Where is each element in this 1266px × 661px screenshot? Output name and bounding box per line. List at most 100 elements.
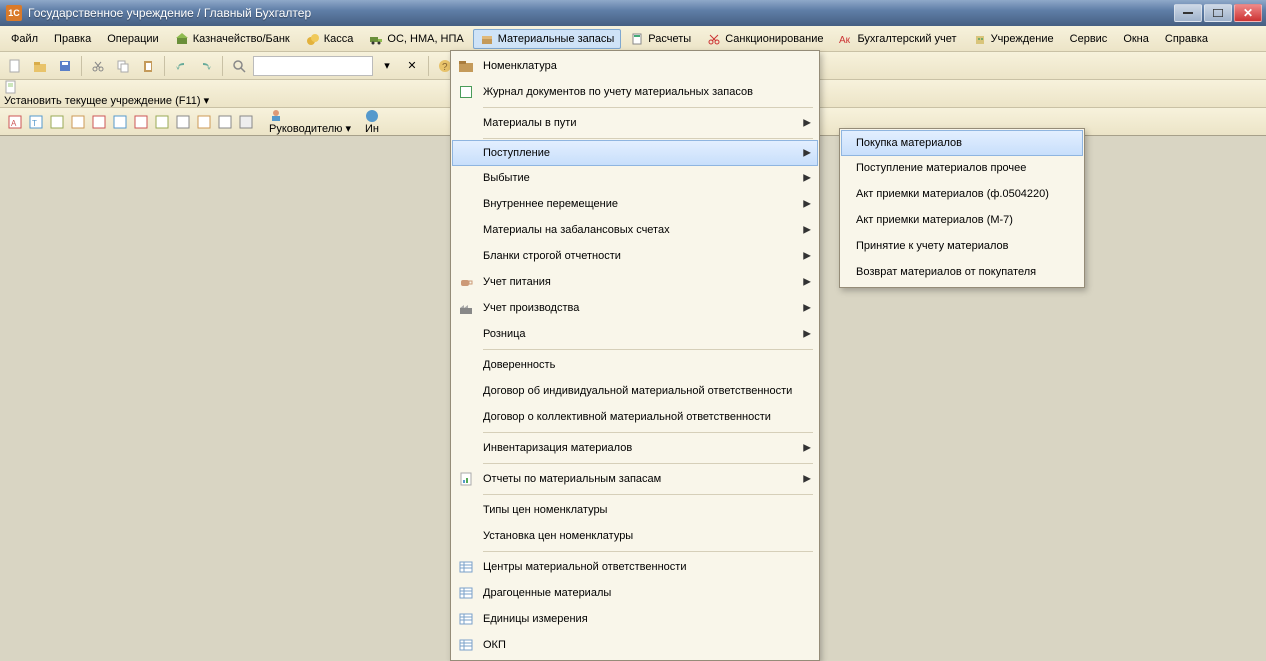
menu-calculations[interactable]: Расчеты — [623, 29, 698, 49]
menu-item-label: Номенклатура — [479, 60, 799, 72]
shortcut-5[interactable] — [90, 113, 108, 131]
undo-button[interactable] — [170, 55, 192, 77]
postuplenie-submenu-item[interactable]: Возврат материалов от покупателя — [842, 259, 1082, 285]
postuplenie-submenu-item[interactable]: Поступление материалов прочее — [842, 155, 1082, 181]
materials-menu-item[interactable]: Журнал документов по учету материальных … — [453, 79, 817, 105]
materials-menu-item[interactable]: Центры материальной ответственности — [453, 554, 817, 580]
menu-materials[interactable]: Материальные запасы — [473, 29, 622, 49]
materials-menu-item[interactable]: Драгоценные материалы — [453, 580, 817, 606]
menu-edit[interactable]: Правка — [47, 30, 98, 48]
materials-menu-item[interactable]: Договор об индивидуальной материальной о… — [453, 378, 817, 404]
open-button[interactable] — [29, 55, 51, 77]
new-doc-button[interactable] — [4, 55, 26, 77]
set-institution-button[interactable]: Установить текущее учреждение (F11) ▾ — [4, 80, 209, 107]
app-icon: 1С — [6, 5, 22, 21]
menu-cashier[interactable]: Касса — [299, 29, 361, 49]
menu-item-label: Доверенность — [479, 359, 799, 371]
maximize-button[interactable] — [1204, 4, 1232, 22]
report-icon — [453, 471, 479, 487]
materials-menu-item[interactable]: Материалы в пути▶ — [453, 110, 817, 136]
submenu-arrow-icon: ▶ — [803, 173, 811, 184]
paste-button[interactable] — [137, 55, 159, 77]
close-button[interactable]: ✕ — [1234, 4, 1262, 22]
menu-divider — [483, 107, 813, 108]
submenu-item-label: Поступление материалов прочее — [852, 162, 1064, 174]
menu-item-label: Типы цен номенклатуры — [479, 504, 799, 516]
search-button[interactable] — [228, 55, 250, 77]
materials-menu-item[interactable]: Учет производства▶ — [453, 295, 817, 321]
menu-os[interactable]: ОС, НМА, НПА — [362, 29, 470, 49]
submenu-arrow-icon: ▶ — [803, 199, 811, 210]
materials-menu-item[interactable]: ОКП — [453, 632, 817, 658]
search-clear[interactable]: ✕ — [401, 55, 423, 77]
menu-windows[interactable]: Окна — [1116, 30, 1156, 48]
shortcut-3[interactable] — [48, 113, 66, 131]
folder-brown-icon — [453, 58, 479, 74]
materials-menu-item[interactable]: Договор о коллективной материальной отве… — [453, 404, 817, 430]
menu-divider — [483, 551, 813, 552]
save-button[interactable] — [54, 55, 76, 77]
book-green-icon — [453, 84, 479, 100]
materials-menu-item[interactable]: Типы цен номенклатуры — [453, 497, 817, 523]
info-icon — [365, 109, 379, 123]
menu-divider — [483, 138, 813, 139]
shortcut-10[interactable] — [195, 113, 213, 131]
copy-button[interactable] — [112, 55, 134, 77]
submenu-arrow-icon: ▶ — [803, 329, 811, 340]
menu-item-label: Внутреннее перемещение — [479, 198, 799, 210]
shortcut-11[interactable] — [216, 113, 234, 131]
cut-button[interactable] — [87, 55, 109, 77]
menu-operations[interactable]: Операции — [100, 30, 165, 48]
menu-help[interactable]: Справка — [1158, 30, 1215, 48]
menu-item-label: Учет питания — [479, 276, 799, 288]
search-input[interactable] — [253, 56, 373, 76]
shortcut-7[interactable] — [132, 113, 150, 131]
redo-button[interactable] — [195, 55, 217, 77]
menu-service[interactable]: Сервис — [1063, 30, 1115, 48]
bank-icon — [175, 32, 189, 46]
materials-menu-item[interactable]: Бланки строгой отчетности▶ — [453, 243, 817, 269]
materials-menu-item[interactable]: Номенклатура — [453, 53, 817, 79]
postuplenie-submenu-item[interactable]: Покупка материалов — [841, 130, 1083, 156]
shortcut-12[interactable] — [237, 113, 255, 131]
shortcut-2[interactable]: Т — [27, 113, 45, 131]
shortcut-4[interactable] — [69, 113, 87, 131]
materials-menu-item[interactable]: Инвентаризация материалов▶ — [453, 435, 817, 461]
submenu-item-label: Покупка материалов — [852, 137, 1065, 149]
menu-file[interactable]: Файл — [4, 30, 45, 48]
materials-menu-item[interactable]: Розница▶ — [453, 321, 817, 347]
materials-menu-item[interactable]: Выбытие ▶ — [453, 165, 817, 191]
menu-item-label: Выбытие — [479, 172, 799, 184]
svg-text:Ак: Ак — [839, 35, 851, 46]
menu-sanction[interactable]: Санкционирование — [700, 29, 830, 49]
materials-menu-item[interactable]: Поступление▶ — [452, 140, 818, 166]
search-dropdown[interactable]: ▾ — [376, 55, 398, 77]
materials-menu-item[interactable]: Отчеты по материальным запасам▶ — [453, 466, 817, 492]
shortcut-1[interactable]: A — [6, 113, 24, 131]
menu-item-label: Центры материальной ответственности — [479, 561, 799, 573]
menu-institution[interactable]: Учреждение — [966, 29, 1061, 49]
person-icon — [269, 108, 283, 122]
materials-menu-item[interactable]: Доверенность — [453, 352, 817, 378]
menu-item-label: Договор о коллективной материальной отве… — [479, 411, 799, 423]
menu-accounting[interactable]: Ак Бухгалтерский учет — [832, 29, 963, 49]
scissors-icon — [707, 32, 721, 46]
materials-menu-item[interactable]: Единицы измерения — [453, 606, 817, 632]
manager-button[interactable]: Руководителю ▾ — [269, 108, 351, 135]
materials-menu-item[interactable]: Материалы на забалансовых счетах▶ — [453, 217, 817, 243]
minimize-button[interactable] — [1174, 4, 1202, 22]
postuplenie-submenu-item[interactable]: Акт приемки материалов (ф.0504220) — [842, 181, 1082, 207]
menubar: Файл Правка Операции Казначейство/Банк К… — [0, 26, 1266, 52]
shortcut-9[interactable] — [174, 113, 192, 131]
info-button[interactable]: Ин — [365, 109, 379, 135]
cup-icon — [453, 274, 479, 290]
postuplenie-submenu-item[interactable]: Акт приемки материалов (М-7) — [842, 207, 1082, 233]
materials-menu-item[interactable]: Учет питания▶ — [453, 269, 817, 295]
postuplenie-submenu-item[interactable]: Принятие к учету материалов — [842, 233, 1082, 259]
materials-menu-item[interactable]: Внутреннее перемещение ▶ — [453, 191, 817, 217]
materials-menu-item[interactable]: Установка цен номенклатуры — [453, 523, 817, 549]
menu-treasury[interactable]: Казначейство/Банк — [168, 29, 297, 49]
shortcut-8[interactable] — [153, 113, 171, 131]
shortcut-6[interactable] — [111, 113, 129, 131]
menu-divider — [483, 463, 813, 464]
